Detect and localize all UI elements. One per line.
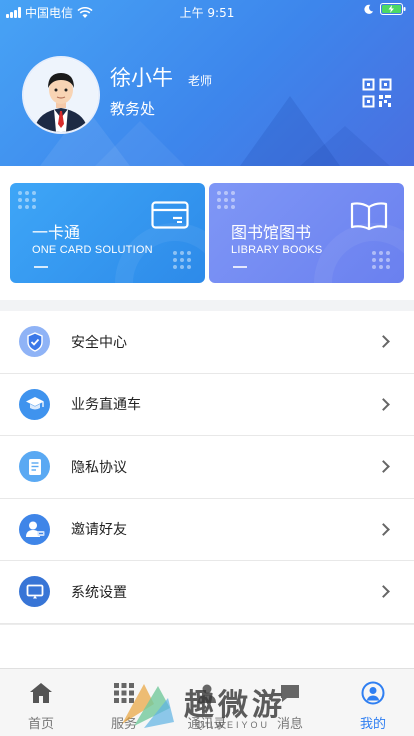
card-title: 图书馆图书 <box>231 223 312 242</box>
dots-decoration <box>18 191 36 209</box>
qr-code-icon <box>362 78 392 108</box>
shield-icon <box>19 326 50 358</box>
menu-item-label: 系统设置 <box>71 584 127 601</box>
graduation-cap-icon <box>19 388 50 420</box>
profile-screen: 中国电信 上午 9:51 徐小牛 老师 教务处 一卡通 ONE CARD SOL… <box>0 0 414 736</box>
user-role: 老师 <box>188 74 213 88</box>
library-books-card[interactable]: 图书馆图书 LIBRARY BOOKS <box>209 183 404 283</box>
dots-decoration <box>372 251 390 269</box>
chevron-right-icon <box>377 522 390 536</box>
avatar[interactable] <box>22 56 100 134</box>
menu-item-system-settings[interactable]: 系统设置 <box>0 561 414 624</box>
watermark-subtext: QUWEIYOU <box>196 720 271 730</box>
menu-item-privacy-agreement[interactable]: 隐私协议 <box>0 436 414 499</box>
profile-icon <box>361 681 385 705</box>
chevron-right-icon <box>377 585 390 599</box>
dots-decoration <box>217 191 235 209</box>
card-title: 一卡通 <box>32 223 81 242</box>
tab-home[interactable]: 首页 <box>0 677 82 732</box>
card-subtitle: ONE CARD SOLUTION <box>32 244 153 256</box>
watermark: 趣微游 QUWEIYOU <box>110 676 320 734</box>
user-name: 徐小牛 <box>110 66 173 90</box>
dots-decoration <box>173 251 191 269</box>
menu-spacer <box>0 624 414 668</box>
status-right <box>363 3 406 15</box>
tab-label: 我的 <box>359 717 386 732</box>
one-card-card[interactable]: 一卡通 ONE CARD SOLUTION <box>10 183 205 283</box>
card-icon <box>151 201 189 229</box>
menu-item-business-express[interactable]: 业务直通车 <box>0 374 414 436</box>
settings-menu: 安全中心 业务直通车 隐私协议 邀请好友 系统设置 <box>0 311 414 624</box>
battery-charging-icon <box>380 3 406 15</box>
home-icon <box>30 683 52 703</box>
qr-code-button[interactable] <box>362 78 392 108</box>
status-time: 上午 9:51 <box>179 6 235 20</box>
chevron-right-icon <box>377 335 390 349</box>
book-icon <box>350 202 388 231</box>
add-user-icon <box>19 513 50 545</box>
menu-item-invite-friends[interactable]: 邀请好友 <box>0 499 414 561</box>
watermark-text: 趣微游 <box>184 688 286 723</box>
menu-item-label: 隐私协议 <box>71 459 127 476</box>
tab-label: 首页 <box>27 717 54 732</box>
user-department: 教务处 <box>110 100 156 118</box>
avatar-illustration <box>24 58 98 132</box>
menu-item-label: 安全中心 <box>71 334 127 351</box>
moon-icon <box>364 4 374 14</box>
chevron-right-icon <box>377 397 390 411</box>
menu-item-security-center[interactable]: 安全中心 <box>0 311 414 374</box>
watermark-logo-icon <box>122 684 174 728</box>
monitor-icon <box>19 576 50 608</box>
status-bar: 中国电信 上午 9:51 <box>0 0 414 22</box>
menu-item-label: 业务直通车 <box>71 397 141 414</box>
chevron-right-icon <box>377 460 390 474</box>
tab-mine[interactable]: 我的 <box>332 677 414 732</box>
menu-item-label: 邀请好友 <box>71 522 127 539</box>
document-icon <box>19 451 50 483</box>
profile-header: 中国电信 上午 9:51 徐小牛 老师 教务处 <box>0 0 414 166</box>
card-subtitle: LIBRARY BOOKS <box>231 244 323 256</box>
